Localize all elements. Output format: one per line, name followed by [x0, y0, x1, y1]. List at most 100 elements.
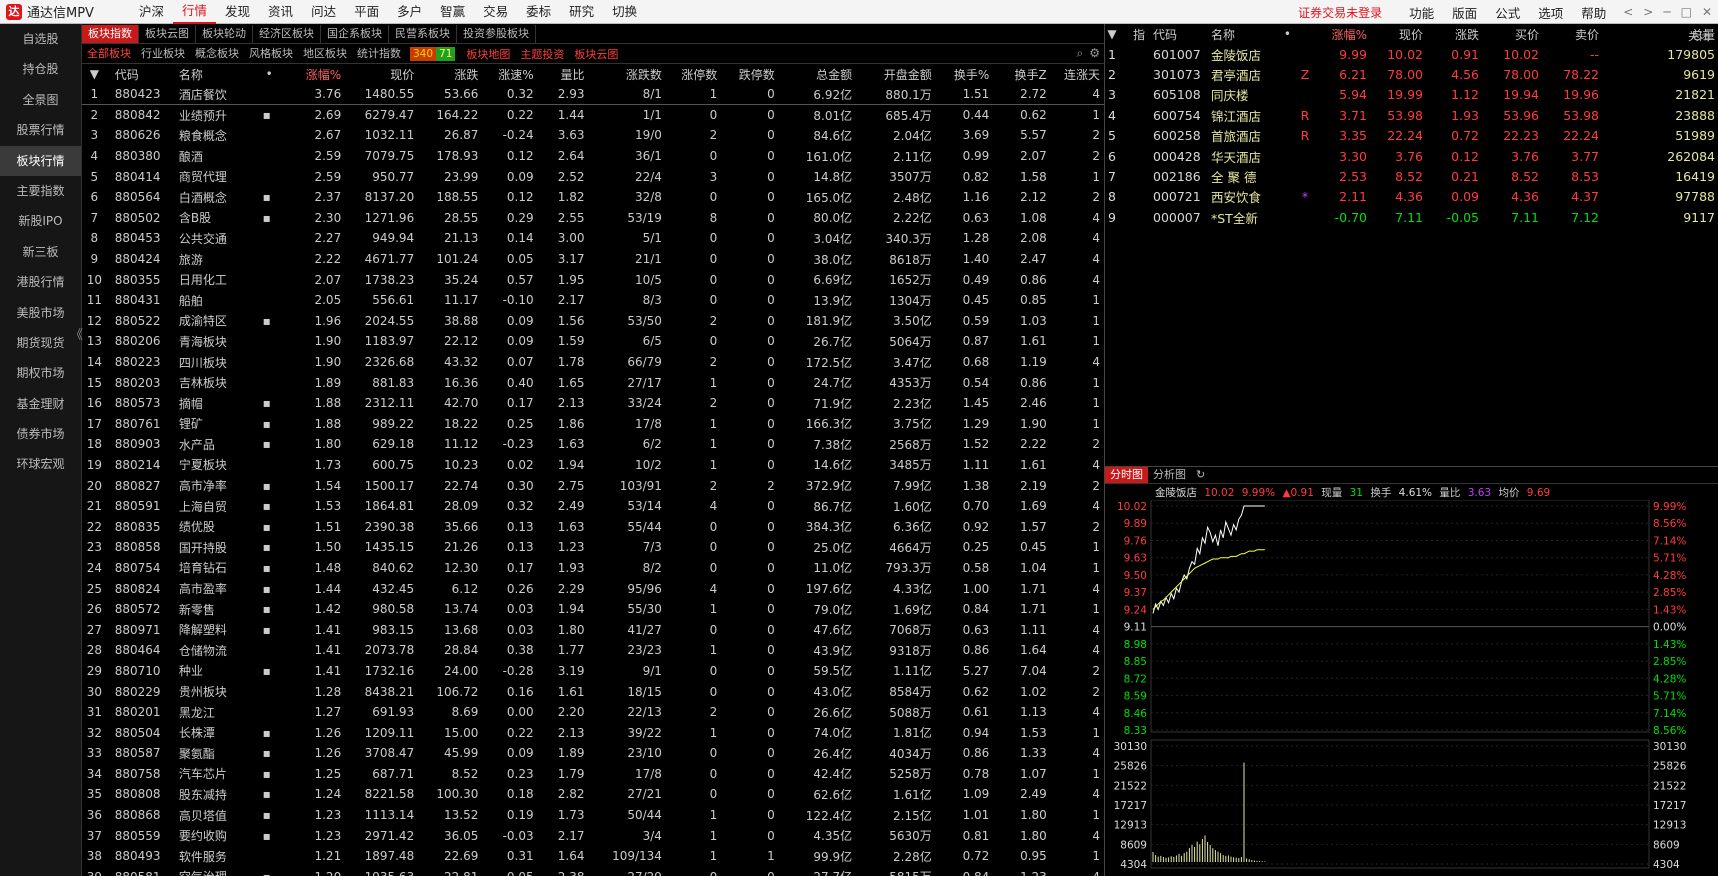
sidebar-item[interactable]: 美股市场	[0, 298, 81, 328]
sidebar-item[interactable]: 板块行情	[0, 145, 81, 176]
table-row[interactable]: 25 880824 高市盈率 ▪ 1.44 432.45 6.12 0.26 2.29 95/96…	[82, 578, 1104, 599]
table-row[interactable]: 15 880203 吉林板块 1.89 881.83 16.36 0.40 1.65 27/17…	[82, 372, 1104, 393]
table-row[interactable]: 6 880564 白酒概念 ▪ 2.37 8137.20 188.55 0.12 1.82 32/…	[82, 187, 1104, 208]
refresh-icon[interactable]: ↻	[1191, 467, 1210, 483]
column-header[interactable]: 涨停数	[666, 64, 721, 84]
column-header[interactable]: 涨幅%	[277, 64, 346, 84]
close-icon[interactable]: ✕	[1702, 5, 1712, 19]
stock-row[interactable]: 5 600258 首旅酒店 R 3.35 22.24 0.72 22.23 22.24 51989	[1105, 126, 1718, 146]
table-row[interactable]: 7 880502 含B股 ▪ 2.30 1271.96 28.55 0.29 2.55 53/19…	[82, 208, 1104, 229]
column-header[interactable]: 名称	[175, 64, 257, 84]
stock-row[interactable]: 4 600754 锦江酒店 R 3.71 53.98 1.93 53.96 53.98 23888	[1105, 105, 1718, 125]
stock-row[interactable]: 6 000428 华天酒店 3.30 3.76 0.12 3.76 3.77 262084	[1105, 146, 1718, 166]
tab-board[interactable]: 投资参股板块	[457, 24, 536, 43]
tab-analysis-chart[interactable]: 分析图	[1148, 467, 1191, 483]
table-row[interactable]: 26 880572 新零售 ▪ 1.42 980.58 13.74 0.03 1.94 55/30…	[82, 599, 1104, 620]
table-row[interactable]: 23 880858 国开持股 ▪ 1.50 1435.15 21.26 0.13 1.23 7/3…	[82, 537, 1104, 558]
back-icon[interactable]: <	[1623, 5, 1633, 19]
sidebar-item[interactable]: 基金理财	[0, 389, 81, 419]
menu-layout[interactable]: 版面	[1443, 3, 1486, 22]
sidebar-item[interactable]: 股票行情	[0, 115, 81, 145]
column-header[interactable]: 量比	[538, 64, 589, 84]
sidebar-item[interactable]: 港股行情	[0, 267, 81, 297]
link-theme-invest[interactable]: 主题投资	[515, 46, 569, 62]
column-header[interactable]: 连涨天	[1051, 64, 1104, 84]
table-row[interactable]: 32 880504 长株潭 ▪ 1.26 1209.11 15.00 0.22 2.13 39/2…	[82, 722, 1104, 743]
tab-board-type[interactable]: 概念板块	[190, 45, 244, 63]
column-header[interactable]: 涨跌	[418, 64, 482, 84]
table-row[interactable]: 28 880464 仓储物流 1.41 2073.78 28.84 0.38 1.77 23/2…	[82, 640, 1104, 661]
column-header[interactable]: 代码	[1149, 24, 1207, 44]
tab-board[interactable]: 经济区板块	[253, 24, 321, 43]
table-row[interactable]: 11 880431 船舶 2.05 556.61 11.17 -0.10 2.17 8/3 0 0 1…	[82, 290, 1104, 311]
column-header[interactable]: 换手%	[936, 64, 994, 84]
sidebar-item[interactable]: 环球宏观	[0, 449, 81, 479]
column-header[interactable]: 卖价	[1543, 24, 1603, 44]
table-row[interactable]: 19 880214 宁夏板块 1.73 600.75 10.23 0.02 1.94 10/2 1…	[82, 455, 1104, 476]
table-row[interactable]: 5 880414 商贸代理 2.59 950.77 23.99 0.09 2.52 22/4 3 0…	[82, 166, 1104, 187]
stock-row[interactable]: 1 601007 金陵饭店 9.99 10.02 0.91 10.02 -- 179805	[1105, 44, 1718, 64]
tab-intraday-chart[interactable]: 分时图	[1105, 467, 1148, 483]
tab-board-type[interactable]: 行业板块	[136, 45, 190, 63]
sidebar-item[interactable]: 主要指数	[0, 176, 81, 206]
login-status-link[interactable]: 证券交易未登录	[1298, 4, 1382, 21]
column-header[interactable]: 买价	[1483, 24, 1543, 44]
tab-board-type[interactable]: 统计指数	[352, 45, 406, 63]
table-row[interactable]: 10 880355 日用化工 2.07 1738.23 35.24 0.57 1.95 10/5…	[82, 269, 1104, 290]
search-icon[interactable]: ⌕	[1077, 46, 1084, 61]
table-row[interactable]: 2 880842 业绩预升 ▪ 2.69 6279.47 164.22 0.22 1.44 1/1…	[82, 105, 1104, 126]
sidebar-item[interactable]: 全景图	[0, 85, 81, 115]
column-header[interactable]: ▼	[1105, 24, 1123, 44]
column-header[interactable]: 代码	[111, 64, 175, 84]
menu-item[interactable]: 行情	[173, 0, 217, 24]
tab-board[interactable]: 板块云图	[139, 24, 196, 43]
menu-function[interactable]: 功能	[1400, 3, 1443, 22]
table-row[interactable]: 22 880835 绩优股 ▪ 1.51 2390.38 35.66 0.13 1.63 55/4…	[82, 516, 1104, 537]
column-header[interactable]: 开盘金额	[856, 64, 936, 84]
sidebar-item[interactable]: 持仓股	[0, 54, 81, 84]
stock-row[interactable]: 2 301073 君亭酒店 Z 6.21 78.00 4.56 78.00 78.22 9619	[1105, 64, 1718, 84]
table-row[interactable]: 14 880223 四川板块 1.90 2326.68 43.32 0.07 1.78 66/7…	[82, 352, 1104, 373]
menu-item[interactable]: 问达	[302, 0, 345, 24]
table-row[interactable]: 38 880493 软件服务 1.21 1897.48 22.69 0.31 1.64 109/…	[82, 846, 1104, 867]
column-header[interactable]: 涨速%	[482, 64, 537, 84]
forward-icon[interactable]: >	[1643, 5, 1653, 19]
menu-options[interactable]: 选项	[1529, 3, 1572, 22]
tab-board-type[interactable]: 风格板块	[244, 45, 298, 63]
column-header[interactable]: •	[1281, 24, 1295, 44]
link-board-map[interactable]: 板块地图	[461, 46, 515, 62]
stock-row[interactable]: 9 000007 *ST全新 -0.70 7.11 -0.05 7.11 7.12 9117	[1105, 207, 1718, 227]
column-header[interactable]: 总金额	[779, 64, 856, 84]
table-row[interactable]: 17 880761 锂矿 ▪ 1.88 989.22 18.22 0.25 1.86 17/8 1 0…	[82, 414, 1104, 435]
sidebar-item[interactable]: 新股IPO	[0, 206, 81, 236]
table-row[interactable]: 13 880206 青海板块 1.90 1183.97 22.12 0.09 1.59 6/5 0…	[82, 331, 1104, 352]
sidebar-item[interactable]: 债券市场	[0, 419, 81, 449]
column-header[interactable]: 现价	[345, 64, 418, 84]
stock-row[interactable]: 7 002186 全 聚 德 2.53 8.52 0.21 8.52 8.53 16419	[1105, 166, 1718, 186]
table-row[interactable]: 27 880971 降解塑料 ▪ 1.41 983.15 13.68 0.03 1.80 41/2…	[82, 619, 1104, 640]
column-header[interactable]: 指	[1123, 24, 1149, 44]
tab-board[interactable]: 板块轮动	[196, 24, 253, 43]
table-row[interactable]: 39880581空气治理▪1.201935.6322.810.052.3827/…	[82, 867, 1104, 876]
table-row[interactable]: 33 880587 聚氨酯 ▪ 1.26 3708.47 45.99 0.09 1.89 23/1…	[82, 743, 1104, 764]
table-row[interactable]: 24 880754 培育钻石 ▪ 1.48 840.62 12.30 0.17 1.93 8/2 0…	[82, 558, 1104, 579]
stock-row[interactable]: 8 000721 西安饮食 * 2.11 4.36 0.09 4.36 4.37 97788	[1105, 187, 1718, 207]
table-row[interactable]: 29 880710 种业 ▪ 1.41 1732.16 24.00 -0.28 3.19 9/1 0…	[82, 661, 1104, 682]
menu-item[interactable]: 交易	[474, 0, 517, 24]
menu-item[interactable]: 发现	[216, 0, 259, 24]
tab-board-type[interactable]: 全部板块	[82, 45, 136, 63]
tab-board[interactable]: 国企系板块	[321, 24, 389, 43]
column-header[interactable]	[1295, 24, 1315, 44]
minimize-icon[interactable]: ─	[1663, 5, 1670, 19]
table-row[interactable]: 1 880423 酒店餐饮 3.76 1480.55 53.66 0.32 2.93 8/1 1 0…	[82, 84, 1104, 106]
table-row[interactable]: 9 880424 旅游 2.22 4671.77 101.24 0.05 3.17 21/1 0 0…	[82, 249, 1104, 270]
menu-item[interactable]: 资讯	[259, 0, 302, 24]
column-header[interactable]: 换手Z	[993, 64, 1051, 84]
column-header[interactable]: ▼	[82, 64, 111, 84]
menu-formula[interactable]: 公式	[1486, 3, 1529, 22]
link-board-cloud[interactable]: 板块云图	[569, 46, 623, 62]
table-row[interactable]: 37 880559 要约收购 ▪ 1.23 2971.42 36.05 -0.03 2.17 3/…	[82, 825, 1104, 846]
gear-icon[interactable]: ⚙	[1089, 46, 1100, 61]
column-header[interactable]: 涨跌数	[589, 64, 666, 84]
tab-board-type[interactable]: 地区板块	[298, 45, 352, 63]
